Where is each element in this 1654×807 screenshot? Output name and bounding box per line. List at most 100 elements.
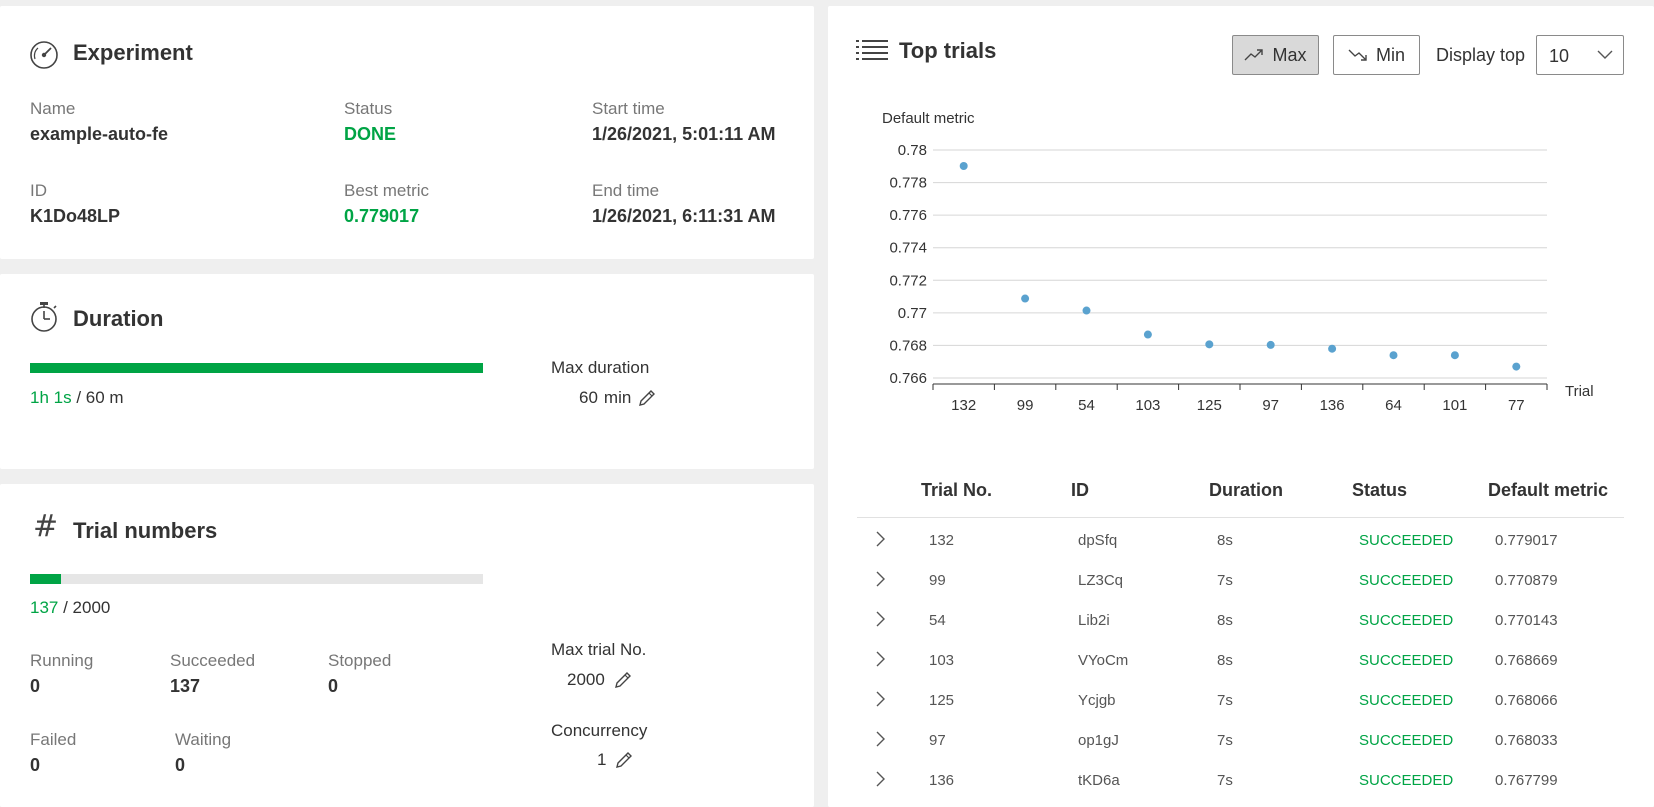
x-tick-label: 54 (1078, 397, 1095, 414)
trend-down-icon (1348, 49, 1367, 61)
succeeded-label: Succeeded (170, 651, 256, 670)
table-row[interactable]: 103 VYoCm 8s SUCCEEDED 0.768669 (857, 642, 1624, 682)
end-time-value: 1/26/2021, 6:11:31 AM (592, 206, 776, 226)
trial-done-count: 137 (30, 598, 59, 617)
cell-duration: 7s (1217, 572, 1233, 589)
max-duration-value-group: 60 min (579, 388, 657, 408)
duration-progress-fill (30, 363, 483, 373)
y-tick-label: 0.77 (898, 305, 927, 322)
edit-pencil-icon[interactable] (637, 388, 657, 408)
y-tick-label: 0.772 (889, 272, 927, 289)
cell-duration: 7s (1217, 692, 1233, 709)
chevron-right-icon[interactable] (875, 730, 887, 748)
header-default-metric[interactable]: Default metric (1488, 480, 1608, 501)
stopped-value: 0 (328, 676, 339, 696)
duration-elapsed: 1h 1s (30, 388, 72, 407)
table-row[interactable]: 132 dpSfq 8s SUCCEEDED 0.779017 (857, 522, 1624, 562)
max-button[interactable]: Max (1232, 35, 1319, 75)
concurrency-value: 1 (597, 750, 607, 769)
duration-progress-bar (30, 363, 483, 373)
chevron-right-icon[interactable] (875, 690, 887, 708)
max-button-label: Max (1272, 44, 1307, 65)
list-icon (856, 40, 888, 60)
data-point (1450, 351, 1459, 360)
table-row[interactable]: 136 tKD6a 7s SUCCEEDED 0.767799 (857, 762, 1624, 802)
succeeded-value: 137 (170, 676, 201, 696)
header-status[interactable]: Status (1352, 480, 1407, 501)
status-value: DONE (344, 124, 397, 144)
max-duration-label: Max duration (551, 358, 650, 377)
chevron-right-icon[interactable] (875, 570, 887, 588)
trial-total-count: / 2000 (63, 598, 111, 617)
cell-status: SUCCEEDED (1359, 532, 1454, 549)
x-tick-label: 125 (1197, 397, 1222, 414)
min-button[interactable]: Min (1333, 35, 1420, 75)
cell-id: op1gJ (1078, 732, 1119, 749)
x-tick-label: 97 (1262, 397, 1279, 414)
cell-duration: 8s (1217, 532, 1233, 549)
x-tick-label: 77 (1508, 397, 1525, 414)
data-point (1143, 330, 1152, 339)
chevron-right-icon[interactable] (875, 650, 887, 668)
y-tick-label: 0.776 (889, 207, 927, 224)
cell-status: SUCCEEDED (1359, 572, 1454, 589)
header-trial-no[interactable]: Trial No. (921, 480, 992, 501)
y-axis-label: Default metric (882, 110, 975, 127)
data-point (959, 162, 968, 171)
trial-count-text: 137 / 2000 (30, 598, 110, 618)
cell-id: LZ3Cq (1078, 572, 1124, 589)
cell-status: SUCCEEDED (1359, 612, 1454, 629)
cell-trial-no: 103 (929, 652, 955, 669)
data-point (1021, 294, 1030, 303)
chevron-right-icon[interactable] (875, 610, 887, 628)
max-duration-unit: min (603, 388, 632, 407)
chevron-right-icon[interactable] (875, 770, 887, 788)
speedometer-icon (30, 41, 58, 69)
cell-duration: 8s (1217, 612, 1233, 629)
duration-total: / 60 m (76, 388, 124, 407)
top-trials-chart: Default metric 0.78 0.778 0.776 0.774 0.772 0.… (882, 110, 1594, 414)
trial-progress-bar (30, 574, 483, 584)
cell-duration: 7s (1217, 732, 1233, 749)
table-row[interactable]: 99 LZ3Cq 7s SUCCEEDED 0.770879 (857, 562, 1624, 602)
cell-status: SUCCEEDED (1359, 732, 1454, 749)
failed-value: 0 (30, 755, 41, 775)
hash-icon: # (33, 509, 59, 544)
best-metric-value: 0.779017 (344, 206, 420, 226)
waiting-value: 0 (175, 755, 186, 775)
header-duration[interactable]: Duration (1209, 480, 1283, 501)
cell-status: SUCCEEDED (1359, 692, 1454, 709)
edit-pencil-icon[interactable] (613, 670, 633, 690)
stopped-label: Stopped (328, 651, 392, 670)
display-top-select[interactable]: 10 (1536, 35, 1624, 75)
table-row[interactable]: 125 Ycjgb 7s SUCCEEDED 0.768066 (857, 682, 1624, 722)
chevron-right-icon[interactable] (875, 530, 887, 548)
id-label: ID (30, 181, 47, 200)
edit-pencil-icon[interactable] (614, 750, 634, 770)
y-tick-label: 0.78 (898, 142, 927, 159)
stopwatch-icon (31, 302, 57, 332)
duration-text: 1h 1s / 60 m (30, 388, 124, 408)
x-axis-label: Trial (1565, 383, 1594, 400)
y-tick-label: 0.774 (889, 240, 927, 257)
cell-duration: 7s (1217, 772, 1233, 789)
header-id[interactable]: ID (1071, 480, 1089, 501)
table-header-divider (857, 517, 1624, 518)
max-duration-value: 60 (579, 388, 598, 407)
x-tick-label: 99 (1017, 397, 1034, 414)
max-trial-value: 2000 (567, 670, 605, 689)
table-row[interactable]: 54 Lib2i 8s SUCCEEDED 0.770143 (857, 602, 1624, 642)
x-tick-label: 136 (1320, 397, 1345, 414)
cell-default-metric: 0.768669 (1495, 652, 1558, 669)
cell-id: dpSfq (1078, 532, 1118, 549)
trial-numbers-card: # Trial numbers 137 / 2000 Running 0 Suc… (0, 484, 814, 807)
display-top-value: 10 (1549, 46, 1570, 66)
failed-label: Failed (30, 730, 77, 749)
chevron-down-icon (1597, 50, 1613, 59)
table-row[interactable]: 97 op1gJ 7s SUCCEEDED 0.768033 (857, 722, 1624, 762)
best-metric-label: Best metric (344, 181, 430, 200)
min-button-label: Min (1375, 44, 1405, 65)
y-tick-label: 0.768 (889, 337, 927, 354)
x-tick-label: 103 (1135, 397, 1160, 414)
cell-default-metric: 0.779017 (1495, 532, 1558, 549)
